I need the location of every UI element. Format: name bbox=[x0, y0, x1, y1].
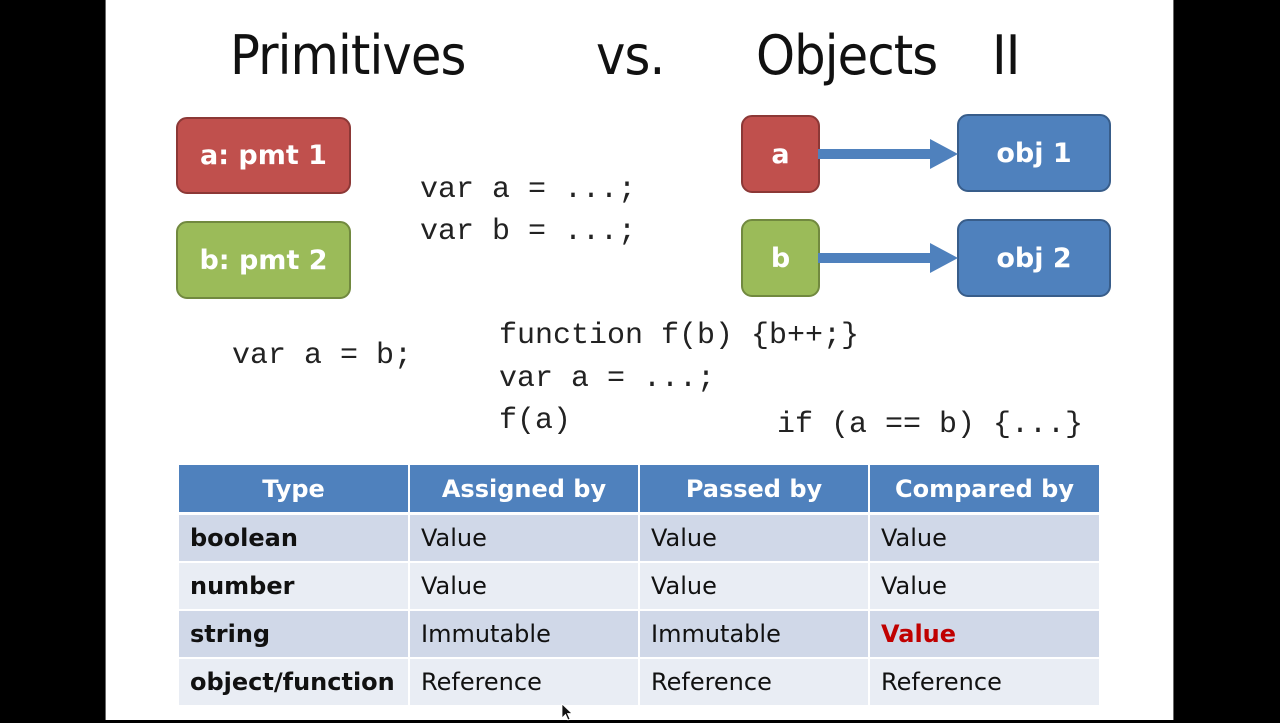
slide-title-numeral: II bbox=[992, 24, 1020, 87]
reference-var-b: b bbox=[741, 219, 820, 297]
comparison-table: Type Assigned by Passed by Compared by b… bbox=[179, 465, 1099, 707]
code-declare-a: var a = ...; bbox=[420, 173, 637, 207]
code-function-call: f(a) bbox=[499, 404, 572, 438]
cell-assigned: Value bbox=[409, 513, 640, 563]
slide: Primitives vs. Objects II a: pmt 1 b: pm… bbox=[106, 0, 1173, 720]
code-assignment: var a = b; bbox=[232, 339, 413, 373]
table-row: object/function Reference Reference Refe… bbox=[179, 658, 1099, 707]
cell-type: string bbox=[179, 610, 410, 659]
code-comparison: if (a == b) {...} bbox=[777, 408, 1084, 442]
reference-arrow-b bbox=[818, 243, 958, 273]
cell-compared: Value bbox=[869, 562, 1099, 611]
slide-title-objects: Objects bbox=[756, 24, 938, 87]
table-row: boolean Value Value Value bbox=[179, 513, 1099, 563]
table-header-row: Type Assigned by Passed by Compared by bbox=[179, 465, 1099, 515]
header-assigned-by: Assigned by bbox=[409, 465, 640, 515]
mouse-cursor-icon bbox=[561, 703, 574, 721]
cell-type: object/function bbox=[179, 658, 410, 707]
primitive-box-b: b: pmt 2 bbox=[176, 221, 351, 299]
cell-compared-highlight: Value bbox=[869, 610, 1099, 659]
cell-assigned: Reference bbox=[409, 658, 640, 707]
slide-title-primitives: Primitives bbox=[230, 24, 466, 87]
code-function-var: var a = ...; bbox=[499, 362, 716, 396]
cell-type: number bbox=[179, 562, 410, 611]
cell-passed: Reference bbox=[639, 658, 870, 707]
slide-border-right bbox=[1173, 0, 1174, 720]
reference-arrow-a bbox=[818, 139, 958, 169]
primitive-box-a: a: pmt 1 bbox=[176, 117, 351, 194]
header-type: Type bbox=[179, 465, 410, 515]
code-declare-b: var b = ...; bbox=[420, 215, 637, 249]
cell-compared: Value bbox=[869, 513, 1099, 563]
object-box-2: obj 2 bbox=[957, 219, 1111, 297]
table-row: number Value Value Value bbox=[179, 562, 1099, 611]
header-compared-by: Compared by bbox=[869, 465, 1099, 515]
reference-var-a: a bbox=[741, 115, 820, 193]
object-box-1: obj 1 bbox=[957, 114, 1111, 192]
table-row: string Immutable Immutable Value bbox=[179, 610, 1099, 659]
cell-assigned: Value bbox=[409, 562, 640, 611]
cell-passed: Value bbox=[639, 562, 870, 611]
cell-assigned: Immutable bbox=[409, 610, 640, 659]
code-function-def: function f(b) {b++;} bbox=[499, 319, 860, 353]
header-passed-by: Passed by bbox=[639, 465, 870, 515]
cell-compared: Reference bbox=[869, 658, 1099, 707]
cell-type: boolean bbox=[179, 513, 410, 563]
cell-passed: Value bbox=[639, 513, 870, 563]
slide-title-vs: vs. bbox=[596, 24, 665, 87]
cell-passed: Immutable bbox=[639, 610, 870, 659]
